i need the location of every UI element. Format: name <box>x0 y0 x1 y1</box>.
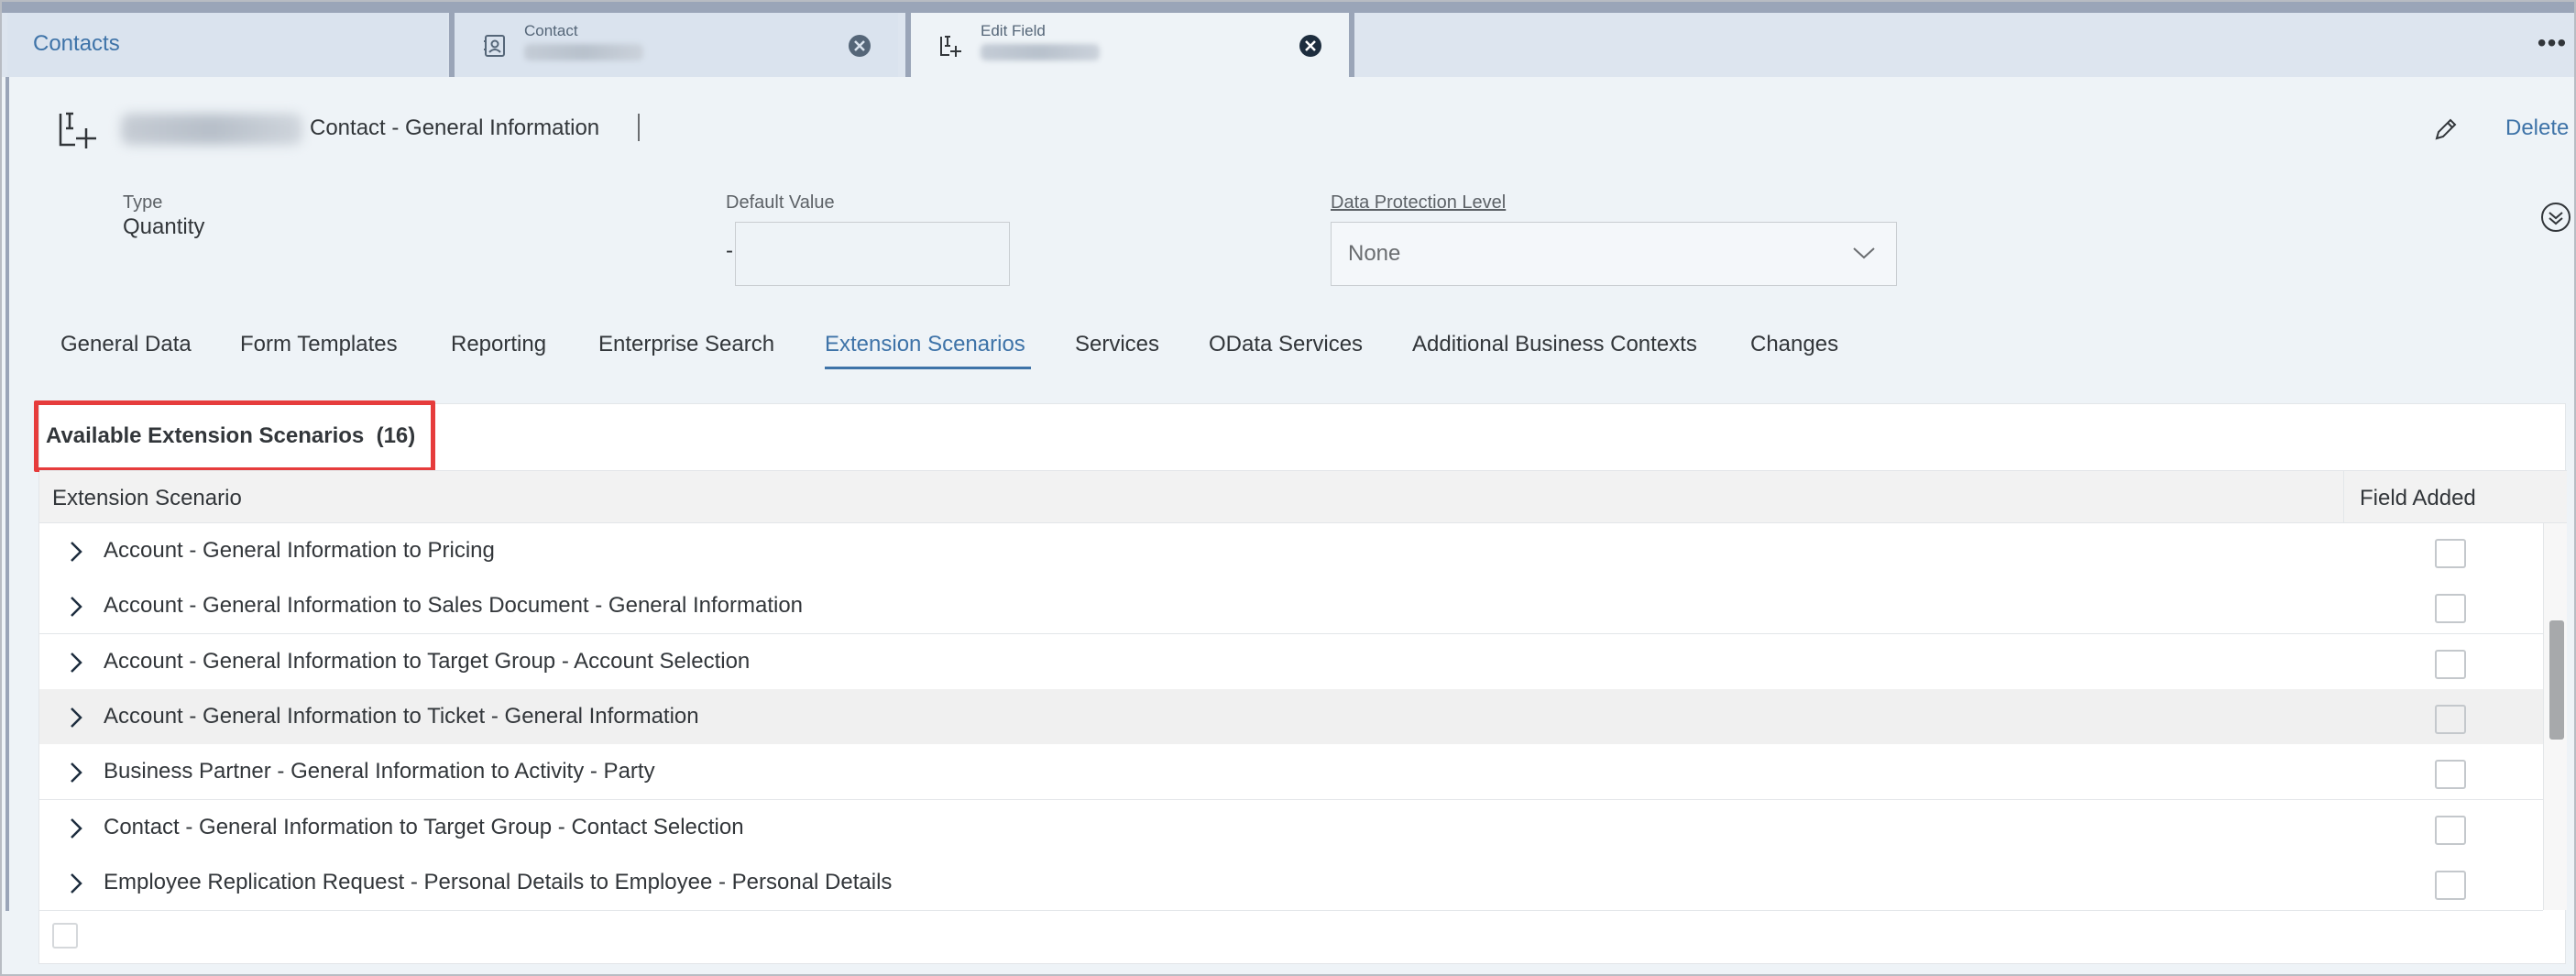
default-value-dash: - <box>726 238 733 263</box>
field-added-checkbox[interactable] <box>2435 594 2466 623</box>
chevron-down-icon <box>1853 247 1875 259</box>
field-added-checkbox[interactable] <box>2435 650 2466 679</box>
redacted-name <box>981 44 1100 60</box>
app-window: Contacts Contact Edit Field ••• Contact … <box>0 0 2576 976</box>
scenario-name: Contact - General Information to Target … <box>104 815 744 839</box>
type-value: Quantity <box>123 214 205 239</box>
chevron-right-icon[interactable] <box>67 817 85 840</box>
scenarios-table: Extension Scenario Field Added Account -… <box>39 470 2567 911</box>
add-field-icon <box>940 36 961 57</box>
chevron-right-icon[interactable] <box>67 872 85 895</box>
field-added-checkbox[interactable] <box>2435 760 2466 789</box>
tab-contacts[interactable]: Contacts <box>7 13 447 77</box>
field-added-checkbox[interactable] <box>2435 816 2466 845</box>
tab-edit-field[interactable]: Edit Field <box>905 13 1354 77</box>
tab-contacts-label: Contacts <box>33 31 120 56</box>
close-icon[interactable] <box>1298 33 1323 59</box>
scenario-name: Account - General Information to Pricing <box>104 538 495 563</box>
tab-enterprise-search[interactable]: Enterprise Search <box>598 332 774 357</box>
tab-contact-title: Contact <box>524 22 578 39</box>
table-body: Account - General Information to Pricing… <box>39 523 2543 911</box>
scrollbar[interactable] <box>2543 523 2567 910</box>
column-header-field-added[interactable]: Field Added <box>2360 486 2476 511</box>
data-protection-select[interactable]: None <box>1331 222 1897 286</box>
scenario-name: Employee Replication Request - Personal … <box>104 870 893 894</box>
extension-scenarios-panel: Available Extension Scenarios (16) Exten… <box>34 400 2567 964</box>
type-label: Type <box>123 192 163 213</box>
table-row[interactable]: Account - General Information to Sales D… <box>39 578 2543 634</box>
field-added-checkbox[interactable] <box>2435 871 2466 900</box>
redacted-name <box>524 44 643 60</box>
collapse-header-icon[interactable] <box>2540 202 2571 233</box>
default-value-label: Default Value <box>726 192 835 213</box>
table-row[interactable]: Account - General Information to Target … <box>39 634 2543 690</box>
add-field-icon <box>59 112 96 148</box>
title-divider <box>638 114 640 141</box>
tab-form-templates[interactable]: Form Templates <box>240 332 398 357</box>
active-tab-indicator <box>825 367 1031 369</box>
tab-extension-scenarios[interactable]: Extension Scenarios <box>825 332 1025 357</box>
field-added-checkbox[interactable] <box>2435 539 2466 568</box>
tab-general-data[interactable]: General Data <box>60 332 192 357</box>
panel-title: Available Extension Scenarios (16) <box>46 423 416 448</box>
tab-edit-title: Edit Field <box>981 22 1046 39</box>
chevron-right-icon[interactable] <box>67 761 85 784</box>
select-all-checkbox[interactable] <box>52 923 78 949</box>
top-strip <box>2 2 2574 13</box>
overflow-menu-button[interactable]: ••• <box>2536 30 2569 59</box>
table-row[interactable]: Business Partner - General Information t… <box>39 744 2543 800</box>
tab-odata-services[interactable]: OData Services <box>1209 332 1363 357</box>
chevron-right-icon[interactable] <box>67 706 85 729</box>
scenario-name: Business Partner - General Information t… <box>104 759 655 784</box>
section-tabs: General Data Form Templates Reporting En… <box>9 323 2566 372</box>
chevron-right-icon[interactable] <box>67 540 85 564</box>
scenario-name: Account - General Information to Sales D… <box>104 593 804 618</box>
tab-bar: Contacts Contact Edit Field ••• <box>2 13 2574 77</box>
default-value-field[interactable] <box>735 222 1010 286</box>
highlight-box: Available Extension Scenarios (16) <box>34 400 435 472</box>
tab-changes[interactable]: Changes <box>1750 332 1838 357</box>
table-header: Extension Scenario Field Added <box>39 470 2567 523</box>
data-protection-label[interactable]: Data Protection Level <box>1331 192 1506 214</box>
table-row[interactable]: Contact - General Information to Target … <box>39 800 2543 856</box>
tab-additional-business-contexts[interactable]: Additional Business Contexts <box>1412 332 1697 357</box>
edit-pencil-icon[interactable] <box>2432 115 2460 143</box>
table-row[interactable]: Account - General Information to Pricing <box>39 523 2543 579</box>
chevron-right-icon[interactable] <box>67 595 85 619</box>
column-header-scenario[interactable]: Extension Scenario <box>52 486 242 511</box>
scenario-name: Account - General Information to Target … <box>104 649 751 674</box>
page-title: Contact - General Information <box>310 115 600 140</box>
chevron-right-icon[interactable] <box>67 651 85 674</box>
close-icon[interactable] <box>847 33 872 59</box>
delete-button[interactable]: Delete <box>2505 115 2569 141</box>
contact-card-icon <box>484 35 505 57</box>
redacted-field-name <box>121 114 302 145</box>
data-protection-value: None <box>1348 241 1401 266</box>
table-row[interactable]: Account - General Information to Ticket … <box>39 689 2543 745</box>
field-added-checkbox[interactable] <box>2435 705 2466 734</box>
scenario-name: Account - General Information to Ticket … <box>104 704 699 729</box>
table-row[interactable]: Employee Replication Request - Personal … <box>39 855 2543 911</box>
tab-services[interactable]: Services <box>1075 332 1159 357</box>
scrollbar-thumb[interactable] <box>2549 620 2564 740</box>
tab-reporting[interactable]: Reporting <box>451 332 546 357</box>
tab-contact[interactable]: Contact <box>449 13 898 77</box>
